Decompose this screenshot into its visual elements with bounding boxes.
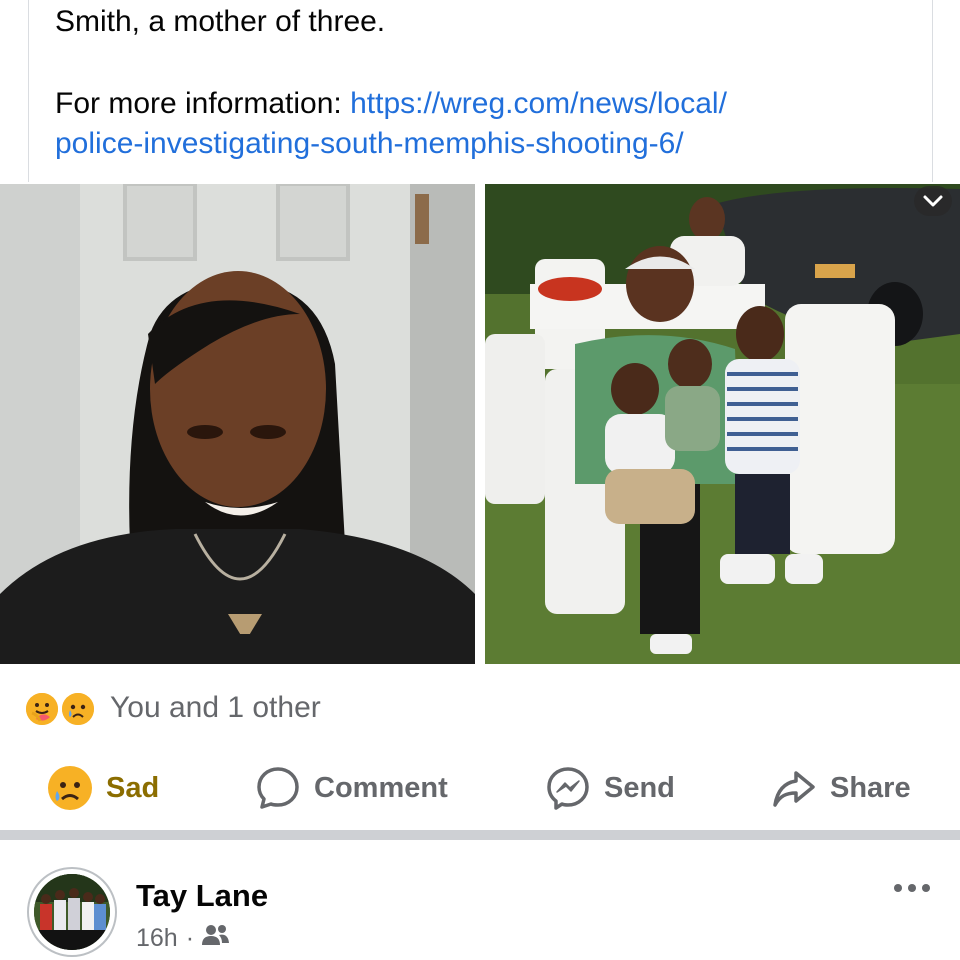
more-options-button[interactable] <box>888 876 936 900</box>
comment-icon <box>254 764 302 812</box>
photo-family-party[interactable] <box>485 184 960 664</box>
shared-post-card[interactable]: Smith, a mother of three. For more infor… <box>28 0 933 182</box>
post-text-line: Smith, a mother of three. <box>55 5 386 38</box>
feed-divider <box>0 830 960 840</box>
comment-label: Comment <box>314 771 448 804</box>
article-link[interactable]: https://wreg.com/news/local/ <box>350 87 727 120</box>
photo-options-button[interactable] <box>914 186 952 216</box>
photo-woman-selfie[interactable] <box>0 184 475 664</box>
post-action-bar: Sad Comment Send Share <box>0 760 960 816</box>
sad-reaction-button[interactable]: Sad <box>46 760 159 816</box>
sad-reaction-icon <box>60 691 96 727</box>
post-meta: 16h · <box>136 924 230 953</box>
friends-icon[interactable] <box>202 924 230 953</box>
post-text-line: For more information: https://wreg.com/n… <box>55 84 727 124</box>
reaction-summary[interactable]: You and 1 other <box>24 686 321 730</box>
post-time[interactable]: 16h <box>136 924 178 953</box>
meta-separator: · <box>185 924 195 952</box>
more-dot <box>894 884 902 892</box>
author-name[interactable]: Tay Lane <box>136 878 268 914</box>
avatar-image <box>34 874 110 950</box>
article-link-continued[interactable]: police-investigating-south-memphis-shoot… <box>55 127 684 160</box>
post-text-line: police-investigating-south-memphis-shoot… <box>55 124 684 164</box>
woman-selfie-photo <box>0 184 475 664</box>
more-dot <box>908 884 916 892</box>
reaction-count-text: You and 1 other <box>110 691 321 724</box>
comment-button[interactable]: Comment <box>254 760 448 816</box>
next-post-header: Tay Lane 16h · <box>0 840 960 960</box>
share-button[interactable]: Share <box>770 760 911 816</box>
messenger-icon <box>544 764 592 812</box>
info-label: For more information: <box>55 87 351 120</box>
send-label: Send <box>604 771 675 804</box>
sad-label: Sad <box>106 771 160 804</box>
send-button[interactable]: Send <box>544 760 675 816</box>
author-avatar[interactable] <box>27 867 117 957</box>
family-party-photo <box>485 184 960 664</box>
share-arrow-icon <box>770 764 818 812</box>
chevron-down-icon <box>923 195 943 207</box>
more-dot <box>922 884 930 892</box>
reaction-icons <box>24 688 104 728</box>
sad-reaction-icon <box>46 764 94 812</box>
care-reaction-icon <box>24 691 60 727</box>
share-label: Share <box>830 771 911 804</box>
